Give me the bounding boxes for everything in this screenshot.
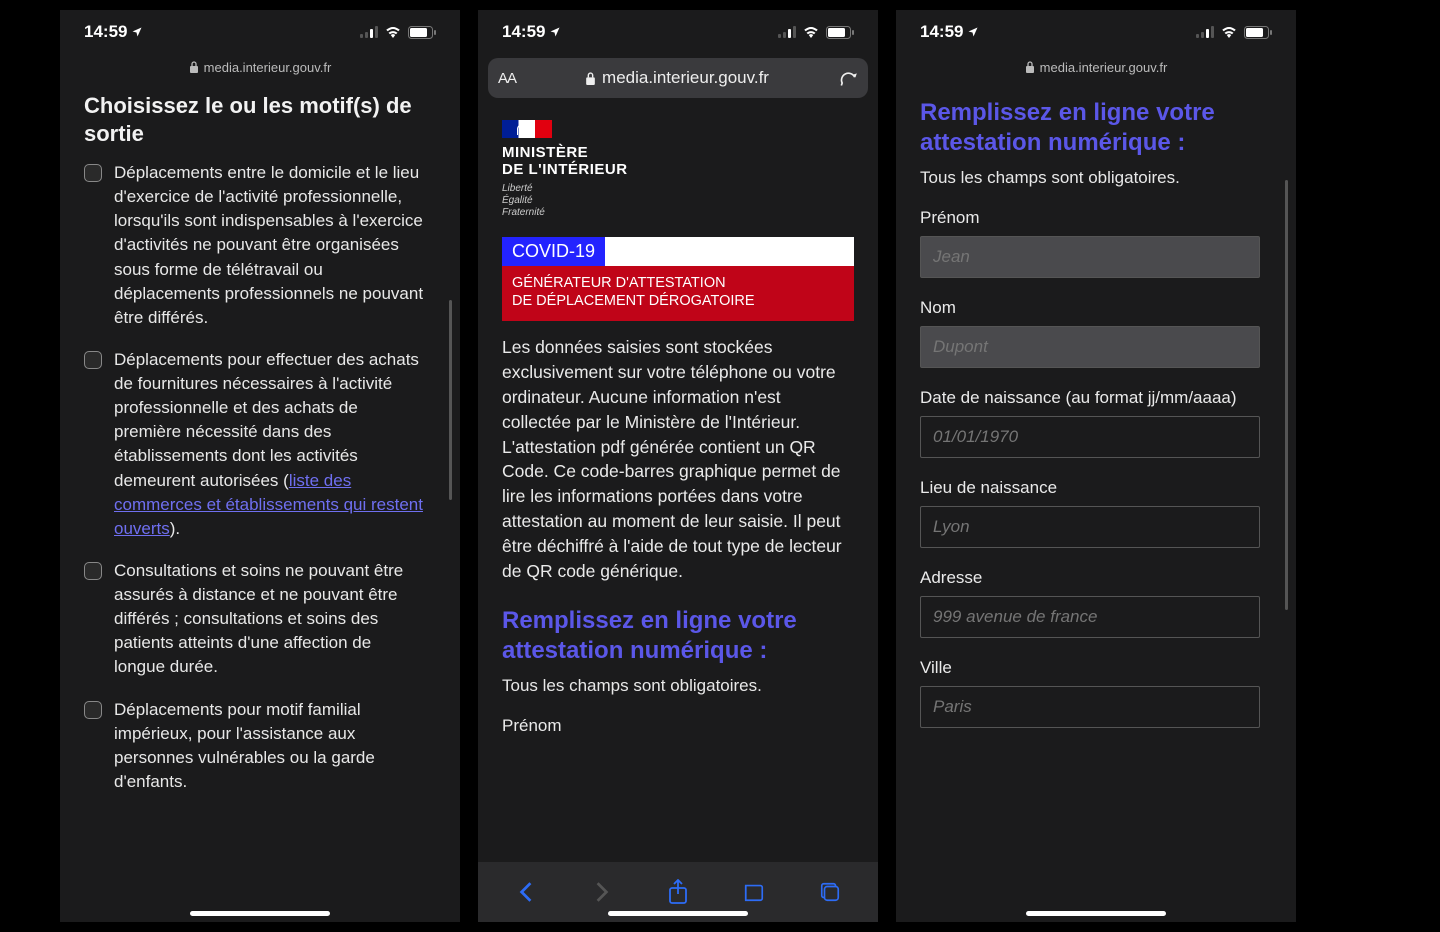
adresse-label: Adresse — [920, 568, 1260, 588]
lock-icon — [189, 61, 199, 73]
covid-subtitle: GÉNÉRATEUR D'ATTESTATIONDE DÉPLACEMENT D… — [502, 266, 854, 322]
prenom-label: Prénom — [920, 208, 1260, 228]
home-indicator[interactable] — [190, 911, 330, 916]
page-content: Choisissez le ou les motif(s) de sortie … — [60, 80, 460, 922]
dob-input[interactable] — [920, 416, 1260, 458]
phone-screen-2: 14:59 AA media.interieur.gouv.fr MINISTÈ… — [478, 10, 878, 922]
wifi-icon — [802, 26, 820, 38]
battery-icon — [826, 26, 854, 39]
back-button[interactable] — [513, 879, 539, 905]
url-text: media.interieur.gouv.fr — [602, 68, 769, 88]
motif-item[interactable]: Consultations et soins ne pouvant être a… — [84, 559, 424, 680]
battery-icon — [408, 26, 436, 39]
scroll-indicator[interactable] — [449, 300, 452, 500]
reader-aa-button[interactable]: AA — [498, 70, 516, 87]
lock-icon — [585, 72, 596, 85]
motif-text: Déplacements pour effectuer des achats d… — [114, 348, 424, 541]
home-indicator[interactable] — [608, 911, 748, 916]
ville-label: Ville — [920, 658, 1260, 678]
location-icon — [131, 26, 143, 38]
share-button[interactable] — [665, 879, 691, 905]
motif-text: Déplacements pour motif familial impérie… — [114, 698, 424, 795]
nom-label: Nom — [920, 298, 1260, 318]
field-ville: Ville — [920, 658, 1260, 728]
nom-input[interactable] — [920, 326, 1260, 368]
form-heading: Remplissez en ligne votre attestation nu… — [502, 606, 854, 666]
lieu-label: Lieu de naissance — [920, 478, 1260, 498]
bookmarks-button[interactable] — [741, 879, 767, 905]
field-nom: Nom — [920, 298, 1260, 368]
motif-item[interactable]: Déplacements pour effectuer des achats d… — [84, 348, 424, 541]
covid-badge: COVID-19 — [502, 237, 605, 266]
tabs-button[interactable] — [817, 879, 843, 905]
url-bar[interactable]: AA media.interieur.gouv.fr — [488, 58, 868, 98]
url-text: media.interieur.gouv.fr — [204, 60, 332, 75]
home-indicator[interactable] — [1026, 911, 1166, 916]
wifi-icon — [384, 26, 402, 38]
field-prenom: Prénom — [502, 716, 854, 736]
status-bar: 14:59 — [478, 10, 878, 54]
covid-banner: COVID-19 GÉNÉRATEUR D'ATTESTATIONDE DÉPL… — [502, 237, 854, 322]
motif-item[interactable]: Déplacements pour motif familial impérie… — [84, 698, 424, 795]
checkbox[interactable] — [84, 351, 102, 369]
motifs-list: Déplacements entre le domicile et le lie… — [84, 161, 424, 794]
forward-button[interactable] — [589, 879, 615, 905]
url-text: media.interieur.gouv.fr — [1040, 60, 1168, 75]
adresse-input[interactable] — [920, 596, 1260, 638]
signal-icon — [1196, 26, 1214, 38]
ville-input[interactable] — [920, 686, 1260, 728]
motif-item[interactable]: Déplacements entre le domicile et le lie… — [84, 161, 424, 330]
form-heading: Remplissez en ligne votre attestation nu… — [920, 98, 1260, 158]
reload-icon[interactable] — [838, 68, 858, 88]
form-subtitle: Tous les champs sont obligatoires. — [502, 676, 854, 696]
url-bar[interactable]: media.interieur.gouv.fr — [60, 54, 460, 80]
status-bar: 14:59 — [896, 10, 1296, 54]
form-subtitle: Tous les champs sont obligatoires. — [920, 168, 1260, 188]
checkbox[interactable] — [84, 562, 102, 580]
battery-icon — [1244, 26, 1272, 39]
prenom-input[interactable] — [920, 236, 1260, 278]
ministry-logo: MINISTÈREDE L'INTÉRIEUR LibertéÉgalitéFr… — [502, 120, 854, 219]
checkbox[interactable] — [84, 701, 102, 719]
field-prenom: Prénom — [920, 208, 1260, 278]
checkbox[interactable] — [84, 164, 102, 182]
status-time: 14:59 — [920, 22, 963, 42]
status-time: 14:59 — [502, 22, 545, 42]
motifs-heading: Choisissez le ou les motif(s) de sortie — [84, 92, 424, 147]
motif-text: Consultations et soins ne pouvant être a… — [114, 559, 424, 680]
lock-icon — [1025, 61, 1035, 73]
dob-label: Date de naissance (au format jj/mm/aaaa) — [920, 388, 1260, 408]
field-adresse: Adresse — [920, 568, 1260, 638]
intro-text: Les données saisies sont stockées exclus… — [502, 335, 854, 583]
url-bar[interactable]: media.interieur.gouv.fr — [896, 54, 1296, 80]
location-icon — [549, 26, 561, 38]
scroll-indicator[interactable] — [1285, 180, 1288, 610]
motif-text: Déplacements entre le domicile et le lie… — [114, 161, 424, 330]
prenom-label: Prénom — [502, 716, 854, 736]
field-dob: Date de naissance (au format jj/mm/aaaa) — [920, 388, 1260, 458]
lieu-input[interactable] — [920, 506, 1260, 548]
field-lieu: Lieu de naissance — [920, 478, 1260, 548]
french-flag-icon — [502, 120, 552, 138]
wifi-icon — [1220, 26, 1238, 38]
signal-icon — [360, 26, 378, 38]
page-content: MINISTÈREDE L'INTÉRIEUR LibertéÉgalitéFr… — [478, 98, 878, 862]
phone-screen-3: 14:59 media.interieur.gouv.fr Remplissez… — [896, 10, 1296, 922]
phone-screen-1: 14:59 media.interieur.gouv.fr Choisissez… — [60, 10, 460, 922]
page-content: Remplissez en ligne votre attestation nu… — [896, 80, 1296, 922]
status-time: 14:59 — [84, 22, 127, 42]
status-bar: 14:59 — [60, 10, 460, 54]
signal-icon — [778, 26, 796, 38]
location-icon — [967, 26, 979, 38]
